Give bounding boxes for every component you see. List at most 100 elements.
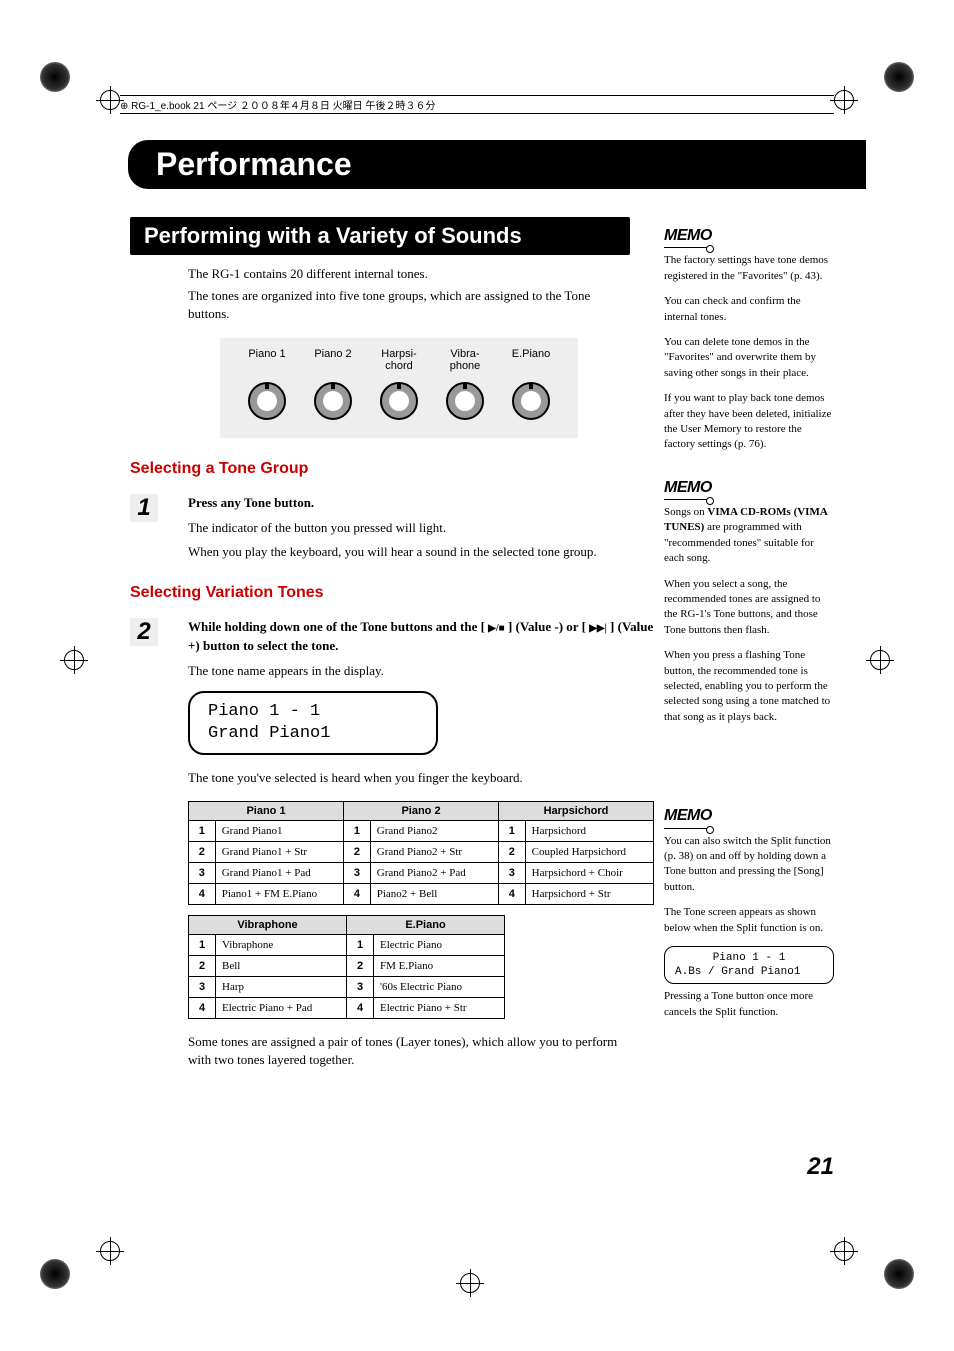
memo-text: You can check and confirm the internal t… bbox=[664, 294, 834, 325]
post-lcd-text: The tone you've selected is heard when y… bbox=[188, 769, 628, 787]
tone-label: Harpsi-chord bbox=[370, 348, 428, 372]
section-title: Performing with a Variety of Sounds bbox=[130, 217, 630, 255]
td-name: Grand Piano1 + Pad bbox=[215, 863, 343, 884]
td-num: 2 bbox=[347, 956, 374, 977]
step-1-text: The indicator of the button you pressed … bbox=[188, 519, 654, 538]
corner-mark bbox=[40, 1259, 70, 1289]
step-2-instruction: While holding down one of the Tone butto… bbox=[188, 618, 654, 656]
td-num: 4 bbox=[344, 884, 371, 905]
td-num: 4 bbox=[499, 884, 526, 905]
td-num: 1 bbox=[347, 935, 374, 956]
subheading-select-tone-group: Selecting a Tone Group bbox=[130, 460, 654, 478]
tone-button-diagram: Piano 1 Piano 2 Harpsi-chord Vibra-phone… bbox=[220, 338, 578, 438]
memo-text: You can delete tone demos in the "Favori… bbox=[664, 335, 834, 381]
intro-text-1: The RG-1 contains 20 different internal … bbox=[188, 265, 628, 283]
td-num: 3 bbox=[189, 863, 216, 884]
lcd-line1: Piano 1 - 1 bbox=[675, 951, 823, 965]
tone-label: E.Piano bbox=[502, 348, 560, 372]
corner-mark bbox=[884, 1259, 914, 1289]
td-name: Harp bbox=[216, 977, 347, 998]
knob-icon bbox=[248, 382, 286, 420]
subheading-select-variation: Selecting Variation Tones bbox=[130, 584, 654, 602]
corner-mark bbox=[40, 62, 70, 92]
td-name: Grand Piano1 bbox=[215, 821, 343, 842]
memo-icon: MEMO bbox=[664, 477, 712, 500]
tone-label: Piano 2 bbox=[304, 348, 362, 372]
lcd-line1: Piano 1 - 1 bbox=[208, 701, 418, 723]
tone-labels: Piano 1 Piano 2 Harpsi-chord Vibra-phone… bbox=[234, 348, 564, 372]
td-name: Vibraphone bbox=[216, 935, 347, 956]
knob-icon bbox=[446, 382, 484, 420]
td-name: Grand Piano2 bbox=[370, 821, 498, 842]
lcd-line2: Grand Piano1 bbox=[208, 723, 418, 745]
lcd-display: Piano 1 - 1 Grand Piano1 bbox=[188, 691, 438, 755]
memo-block-2: MEMO Songs on VIMA CD-ROMs (VIMA TUNES) … bbox=[664, 477, 834, 725]
tone-table-harpsichord: Harpsichord 1Harpsichord 2Coupled Harpsi… bbox=[498, 801, 654, 905]
th: E.Piano bbox=[347, 916, 505, 935]
td-num: 3 bbox=[189, 977, 216, 998]
intro-text-2: The tones are organized into five tone g… bbox=[188, 287, 628, 323]
text: While holding down one of the Tone butto… bbox=[188, 619, 488, 634]
td-name: Electric Piano + Pad bbox=[216, 998, 347, 1019]
td-num: 2 bbox=[499, 842, 526, 863]
knob-icon bbox=[512, 382, 550, 420]
registration-mark bbox=[870, 650, 890, 670]
memo-text: When you press a flashing Tone button, t… bbox=[664, 648, 834, 725]
play-stop-icon: ▶/■ bbox=[488, 622, 505, 637]
td-name: Grand Piano2 + Str bbox=[370, 842, 498, 863]
td-num: 2 bbox=[189, 956, 216, 977]
td-name: Harpsichord + Str bbox=[525, 884, 653, 905]
tone-table-epiano: E.Piano 1Electric Piano 2FM E.Piano 3'60… bbox=[346, 915, 505, 1019]
main-content: Performance Performing with a Variety of… bbox=[130, 140, 654, 1070]
memo-icon: MEMO bbox=[664, 805, 712, 828]
step-1-text: When you play the keyboard, you will hea… bbox=[188, 543, 654, 562]
tone-table-piano2: Piano 2 1Grand Piano2 2Grand Piano2 + St… bbox=[343, 801, 499, 905]
registration-mark bbox=[100, 90, 120, 110]
td-num: 4 bbox=[347, 998, 374, 1019]
tone-knobs bbox=[234, 382, 564, 420]
lcd-line2: A.Bs / Grand Piano1 bbox=[675, 965, 823, 979]
td-name: FM E.Piano bbox=[374, 956, 505, 977]
td-num: 2 bbox=[344, 842, 371, 863]
memo-text: If you want to play back tone demos afte… bbox=[664, 391, 834, 453]
td-name: Harpsichord + Choir bbox=[525, 863, 653, 884]
knob-icon bbox=[380, 382, 418, 420]
tone-table-group-1: Piano 1 1Grand Piano1 2Grand Piano1 + St… bbox=[188, 801, 654, 1019]
memo-block-3: MEMO You can also switch the Split funct… bbox=[664, 805, 834, 1020]
td-name: Electric Piano bbox=[374, 935, 505, 956]
td-name: Coupled Harpsichord bbox=[525, 842, 653, 863]
registration-mark bbox=[834, 1241, 854, 1261]
td-name: Harpsichord bbox=[525, 821, 653, 842]
registration-mark bbox=[64, 650, 84, 670]
td-num: 1 bbox=[499, 821, 526, 842]
td-num: 3 bbox=[347, 977, 374, 998]
registration-mark bbox=[100, 1241, 120, 1261]
tone-table-piano1: Piano 1 1Grand Piano1 2Grand Piano1 + St… bbox=[188, 801, 344, 905]
td-name: Piano1 + FM E.Piano bbox=[215, 884, 343, 905]
td-name: Grand Piano1 + Str bbox=[215, 842, 343, 863]
page: ⊕ RG-1_e.book 21 ページ ２００８年４月８日 火曜日 午後２時３… bbox=[0, 0, 954, 1351]
text: ] (Value -) or [ bbox=[505, 619, 590, 634]
tone-table-vibraphone: Vibraphone 1Vibraphone 2Bell 3Harp 4Elec… bbox=[188, 915, 347, 1019]
header-meta-text: RG-1_e.book 21 ページ ２００８年４月８日 火曜日 午後２時３６分 bbox=[131, 101, 435, 112]
lcd-display-small: Piano 1 - 1 A.Bs / Grand Piano1 bbox=[664, 946, 834, 985]
td-num: 2 bbox=[189, 842, 216, 863]
td-num: 4 bbox=[189, 884, 216, 905]
td-name: Grand Piano2 + Pad bbox=[370, 863, 498, 884]
text: Songs on bbox=[664, 506, 707, 518]
td-num: 1 bbox=[189, 821, 216, 842]
sidebar: MEMO The factory settings have tone demo… bbox=[664, 225, 834, 1030]
tone-label: Piano 1 bbox=[238, 348, 296, 372]
header-meta: ⊕ RG-1_e.book 21 ページ ２００８年４月８日 火曜日 午後２時３… bbox=[120, 95, 834, 115]
memo-block-1: MEMO The factory settings have tone demo… bbox=[664, 225, 834, 453]
th: Piano 1 bbox=[189, 802, 344, 821]
td-name: '60s Electric Piano bbox=[374, 977, 505, 998]
td-name: Electric Piano + Str bbox=[374, 998, 505, 1019]
tone-label: Vibra-phone bbox=[436, 348, 494, 372]
td-num: 1 bbox=[189, 935, 216, 956]
td-num: 3 bbox=[344, 863, 371, 884]
td-num: 1 bbox=[344, 821, 371, 842]
step-1-instruction: Press any Tone button. bbox=[188, 494, 654, 513]
registration-mark bbox=[834, 90, 854, 110]
td-name: Bell bbox=[216, 956, 347, 977]
